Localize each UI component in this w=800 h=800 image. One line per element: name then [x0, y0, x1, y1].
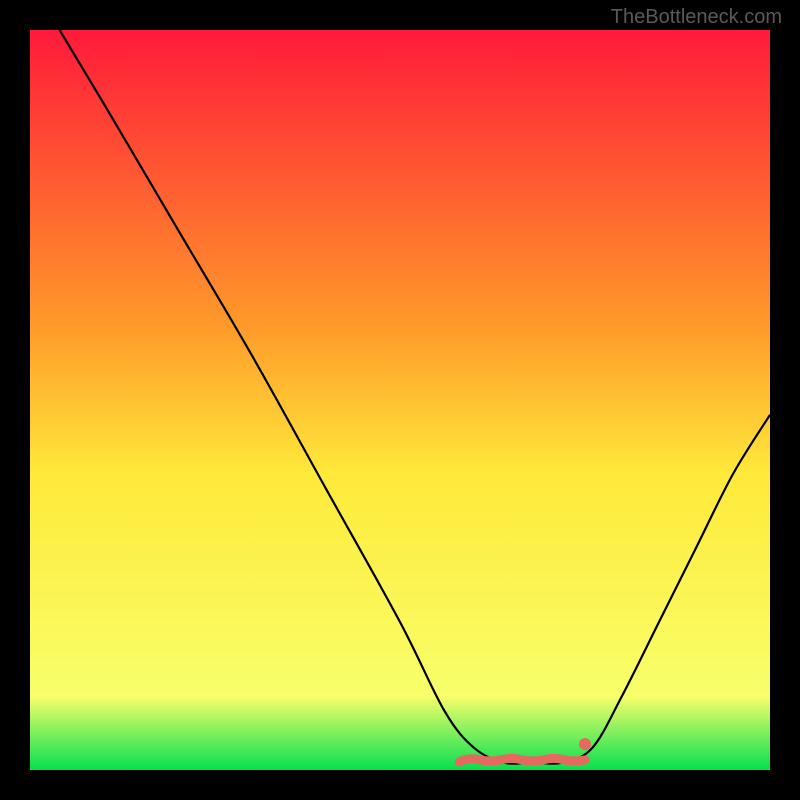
- watermark-text: TheBottleneck.com: [611, 6, 782, 29]
- chart-background: [30, 30, 770, 770]
- chart-plot-area: [30, 30, 770, 770]
- optimal-range-marker: [459, 758, 585, 762]
- optimal-point-dot: [579, 738, 591, 750]
- bottleneck-curve-chart: [30, 30, 770, 770]
